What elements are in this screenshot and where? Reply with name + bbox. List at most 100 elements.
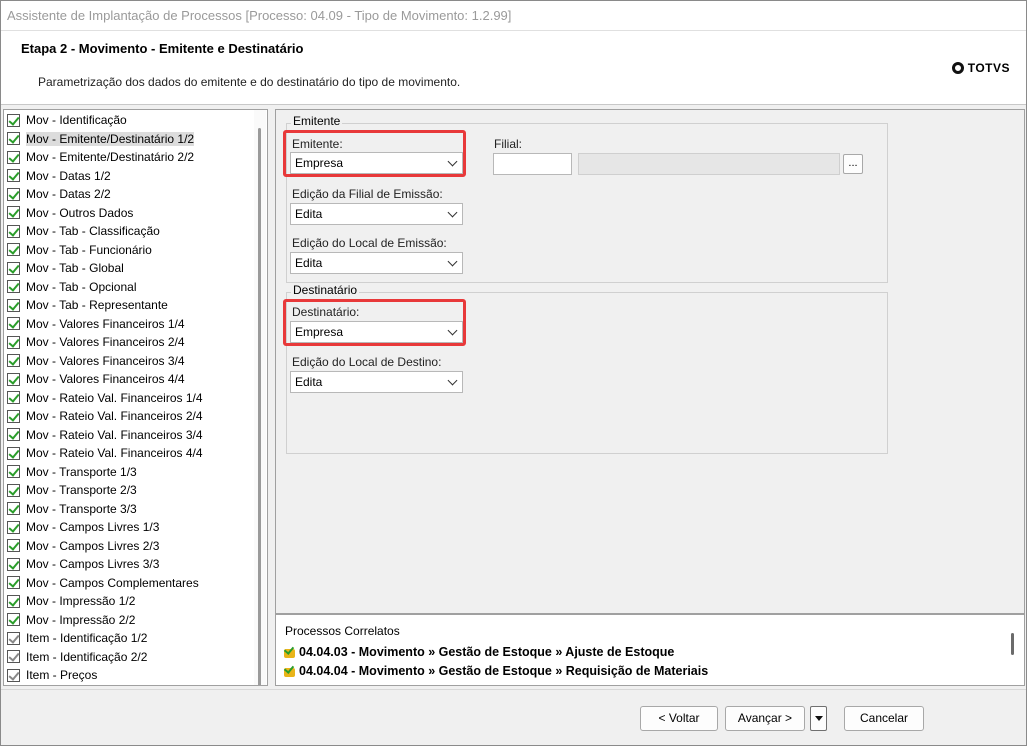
nav-item[interactable]: Mov - Valores Financeiros 2/4 bbox=[7, 333, 203, 352]
next-options-dropdown[interactable] bbox=[810, 706, 827, 731]
edicao-filial-select[interactable]: Edita bbox=[290, 203, 463, 225]
related-process-link[interactable]: 04.04.04 - Movimento » Gestão de Estoque… bbox=[283, 664, 708, 678]
nav-item[interactable]: Mov - Valores Financeiros 1/4 bbox=[7, 315, 203, 334]
edicao-filial-label: Edição da Filial de Emissão: bbox=[292, 187, 443, 201]
nav-item[interactable]: Mov - Impressão 1/2 bbox=[7, 592, 203, 611]
nav-item[interactable]: Mov - Transporte 3/3 bbox=[7, 500, 203, 519]
nav-item-label: Mov - Emitente/Destinatário 1/2 bbox=[26, 131, 195, 146]
emitente-label: Emitente: bbox=[292, 137, 343, 151]
nav-item-label: Mov - Datas 2/2 bbox=[26, 187, 111, 202]
nav-item[interactable]: Mov - Rateio Val. Financeiros 2/4 bbox=[7, 407, 203, 426]
nav-item[interactable]: Mov - Campos Livres 3/3 bbox=[7, 555, 203, 574]
nav-item[interactable]: Item - Identificação 2/2 bbox=[7, 648, 203, 667]
step-check-icon bbox=[7, 354, 20, 368]
step-list: Mov - Identificação Mov - Emitente/Destin… bbox=[7, 111, 203, 685]
nav-item[interactable]: Mov - Rateio Val. Financeiros 1/4 bbox=[7, 389, 203, 408]
step-description: Parametrização dos dados do emitente e d… bbox=[38, 75, 461, 89]
emitente-select[interactable]: Empresa bbox=[290, 152, 463, 174]
step-check-icon bbox=[7, 113, 20, 127]
logo-text: TOTVS bbox=[967, 61, 1010, 75]
step-check-icon bbox=[7, 243, 20, 257]
related-process-link[interactable]: 04.04.03 - Movimento » Gestão de Estoque… bbox=[283, 645, 674, 659]
back-button[interactable]: < Voltar bbox=[640, 706, 718, 731]
nav-item[interactable]: Mov - Campos Livres 1/3 bbox=[7, 518, 203, 537]
destinatario-select[interactable]: Empresa bbox=[290, 321, 463, 343]
nav-item[interactable]: Mov - Tab - Opcional bbox=[7, 278, 203, 297]
nav-item[interactable]: Mov - Impressão 2/2 bbox=[7, 611, 203, 630]
nav-item[interactable]: Mov - Campos Livres 2/3 bbox=[7, 537, 203, 556]
nav-item[interactable]: Mov - Tab - Global bbox=[7, 259, 203, 278]
nav-item-label: Mov - Rateio Val. Financeiros 2/4 bbox=[26, 409, 203, 424]
nav-item-label: Mov - Valores Financeiros 4/4 bbox=[26, 372, 185, 387]
edicao-local-destino-select[interactable]: Edita bbox=[290, 371, 463, 393]
nav-item[interactable]: Mov - Datas 1/2 bbox=[7, 167, 203, 186]
nav-item[interactable]: Mov - Valores Financeiros 3/4 bbox=[7, 352, 203, 371]
edicao-local-emissao-label: Edição do Local de Emissão: bbox=[292, 236, 447, 250]
step-check-icon bbox=[7, 280, 20, 294]
nav-item[interactable]: Mov - Rateio Val. Financeiros 4/4 bbox=[7, 444, 203, 463]
nav-item[interactable]: Mov - Outros Dados bbox=[7, 204, 203, 223]
nav-item-label: Mov - Rateio Val. Financeiros 3/4 bbox=[26, 427, 203, 442]
filial-name-input bbox=[578, 153, 840, 175]
nav-item[interactable]: Mov - Datas 2/2 bbox=[7, 185, 203, 204]
step-check-icon bbox=[7, 576, 20, 590]
step-check-icon bbox=[7, 261, 20, 275]
nav-item[interactable]: Mov - Emitente/Destinatário 1/2 bbox=[7, 130, 203, 149]
nav-item[interactable]: Mov - Identificação bbox=[7, 111, 203, 130]
filial-label: Filial: bbox=[494, 137, 523, 151]
nav-item[interactable]: Mov - Tab - Classificação bbox=[7, 222, 203, 241]
chevron-down-icon bbox=[447, 375, 458, 386]
nav-item-label: Mov - Transporte 2/3 bbox=[26, 483, 137, 498]
emitente-group: Emitente Emitente: Empresa Filial: ... E… bbox=[286, 114, 888, 283]
next-button[interactable]: Avançar > bbox=[725, 706, 805, 731]
step-check-icon bbox=[7, 169, 20, 183]
nav-item[interactable]: Mov - Campos Complementares bbox=[7, 574, 203, 593]
step-check-icon bbox=[7, 483, 20, 497]
wizard-header: Etapa 2 - Movimento - Emitente e Destina… bbox=[1, 31, 1026, 105]
step-check-icon bbox=[7, 631, 20, 645]
step-check-icon bbox=[7, 298, 20, 312]
step-check-icon bbox=[7, 520, 20, 534]
step-check-icon bbox=[7, 317, 20, 331]
nav-item-label: Mov - Datas 1/2 bbox=[26, 168, 111, 183]
nav-scrollbar[interactable] bbox=[254, 110, 266, 685]
edicao-local-destino-label: Edição do Local de Destino: bbox=[292, 355, 442, 369]
edicao-local-destino-value: Edita bbox=[295, 375, 323, 389]
nav-item[interactable]: Mov - Emitente/Destinatário 2/2 bbox=[7, 148, 203, 167]
nav-scrollbar-thumb[interactable] bbox=[258, 128, 261, 685]
filial-code-input[interactable] bbox=[493, 153, 572, 175]
filial-lookup-button[interactable]: ... bbox=[843, 154, 863, 174]
related-scrollbar-thumb[interactable] bbox=[1011, 633, 1014, 655]
nav-item[interactable]: Mov - Transporte 1/3 bbox=[7, 463, 203, 482]
cancel-button[interactable]: Cancelar bbox=[844, 706, 924, 731]
nav-item[interactable]: Mov - Rateio Val. Financeiros 3/4 bbox=[7, 426, 203, 445]
wizard-footer: < Voltar Avançar > Cancelar bbox=[1, 689, 1026, 745]
nav-item[interactable]: Item - Identificação 1/2 bbox=[7, 629, 203, 648]
edicao-local-emissao-select[interactable]: Edita bbox=[290, 252, 463, 274]
step-check-icon bbox=[7, 372, 20, 386]
step-check-icon bbox=[7, 187, 20, 201]
nav-item[interactable]: Mov - Tab - Representante bbox=[7, 296, 203, 315]
nav-item-label: Mov - Valores Financeiros 3/4 bbox=[26, 353, 185, 368]
destinatario-group: Destinatário Destinatário: Empresa Ediçã… bbox=[286, 283, 888, 454]
chevron-down-icon bbox=[447, 325, 458, 336]
step-check-icon bbox=[7, 446, 20, 460]
nav-item-label: Mov - Tab - Classificação bbox=[26, 224, 160, 239]
nav-item[interactable]: Item - Preços bbox=[7, 666, 203, 685]
step-title: Etapa 2 - Movimento - Emitente e Destina… bbox=[21, 41, 304, 56]
nav-item[interactable]: Mov - Valores Financeiros 4/4 bbox=[7, 370, 203, 389]
process-check-icon bbox=[283, 665, 296, 678]
nav-item[interactable]: Mov - Transporte 2/3 bbox=[7, 481, 203, 500]
nav-item-label: Mov - Valores Financeiros 2/4 bbox=[26, 335, 185, 350]
destinatario-select-value: Empresa bbox=[295, 325, 344, 339]
edicao-local-emissao-value: Edita bbox=[295, 256, 323, 270]
nav-item-label: Mov - Campos Livres 3/3 bbox=[26, 557, 160, 572]
nav-item-label: Mov - Campos Livres 1/3 bbox=[26, 520, 160, 535]
step-check-icon bbox=[7, 557, 20, 571]
nav-item-label: Mov - Tab - Funcionário bbox=[26, 242, 152, 257]
related-process-label: 04.04.04 - Movimento » Gestão de Estoque… bbox=[299, 664, 709, 678]
nav-item[interactable]: Mov - Tab - Funcionário bbox=[7, 241, 203, 260]
nav-item-label: Mov - Rateio Val. Financeiros 1/4 bbox=[26, 390, 203, 405]
step-check-icon bbox=[7, 409, 20, 423]
window-title: Assistente de Implantação de Processos [… bbox=[1, 1, 1026, 31]
